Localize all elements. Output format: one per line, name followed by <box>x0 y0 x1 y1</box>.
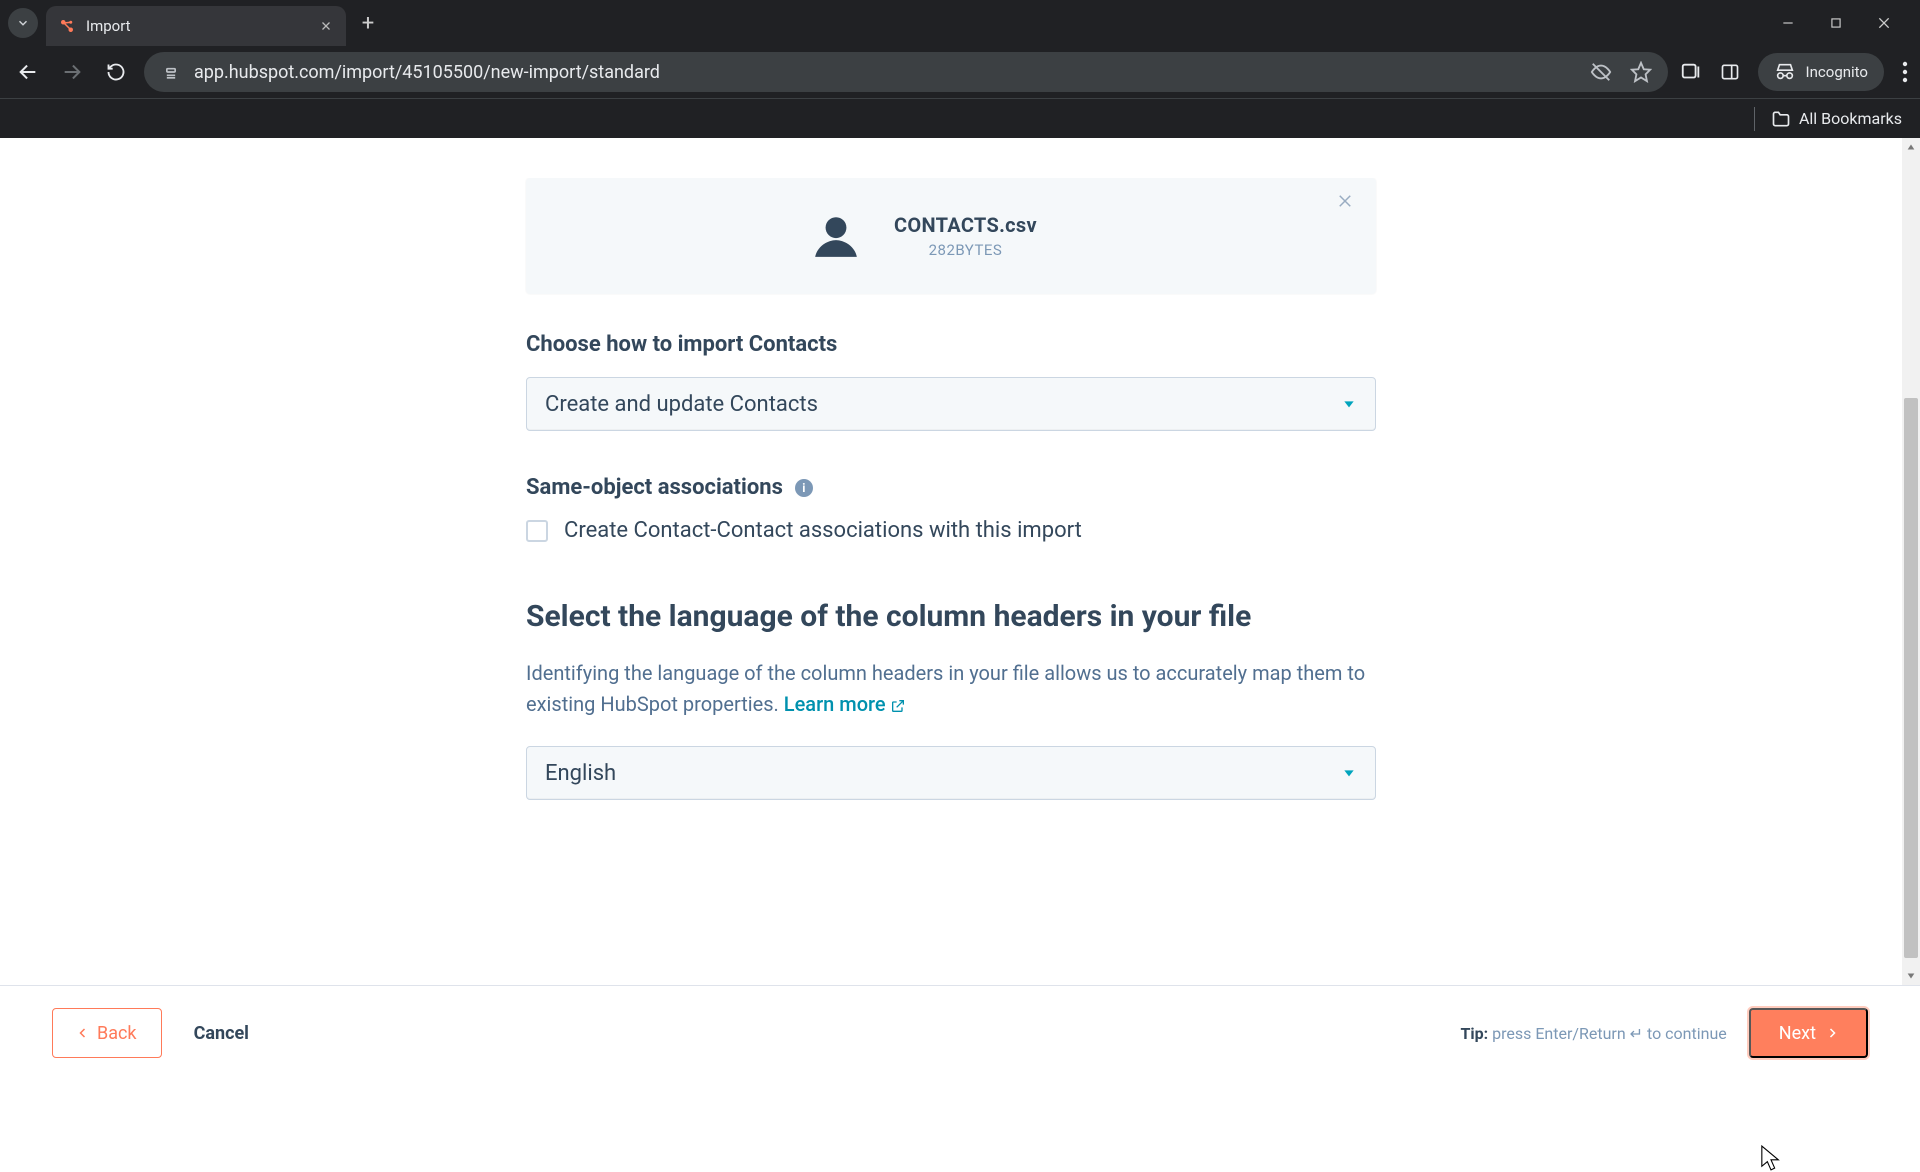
associations-checkbox[interactable] <box>526 520 548 542</box>
window-minimize-button[interactable] <box>1778 13 1798 33</box>
nav-reload-button[interactable] <box>100 56 132 88</box>
associations-checkbox-row: Create Contact-Contact associations with… <box>526 518 1376 543</box>
learn-more-text: Learn more <box>784 692 886 716</box>
site-info-icon[interactable] <box>160 61 182 83</box>
window-controls <box>1778 13 1912 33</box>
browser-tab[interactable]: Import <box>46 6 346 46</box>
tabs-search-button[interactable] <box>8 8 38 38</box>
browser-chrome: Import + app.hubspot.com/import/45105500… <box>0 0 1920 138</box>
associations-checkbox-label: Create Contact-Contact associations with… <box>564 518 1082 543</box>
incognito-label: Incognito <box>1806 63 1868 81</box>
file-name: CONTACTS.csv <box>894 213 1037 237</box>
tip-text: Tip: press Enter/Return ↵ to continue <box>1460 1024 1726 1043</box>
url-text: app.hubspot.com/import/45105500/new-impo… <box>194 62 660 83</box>
browser-toolbar: app.hubspot.com/import/45105500/new-impo… <box>0 46 1920 98</box>
chevron-left-icon <box>77 1026 89 1040</box>
media-control-icon[interactable] <box>1680 61 1702 83</box>
window-close-button[interactable] <box>1874 13 1894 33</box>
tip-label: Tip: <box>1460 1024 1488 1043</box>
chevron-right-icon <box>1826 1026 1838 1040</box>
tab-strip: Import + <box>0 0 1920 46</box>
scrollbar[interactable] <box>1902 138 1920 985</box>
import-mode-label: Choose how to import Contacts <box>526 332 1376 357</box>
cancel-button[interactable]: Cancel <box>194 1023 249 1044</box>
wizard-footer: Back Cancel Tip: press Enter/Return ↵ to… <box>0 985 1920 1080</box>
associations-label: Same-object associations <box>526 475 783 500</box>
page-viewport: CONTACTS.csv 282BYTES Choose how to impo… <box>0 138 1920 1080</box>
back-button[interactable]: Back <box>52 1008 162 1058</box>
hubspot-favicon-icon <box>58 17 76 35</box>
import-mode-dropdown[interactable]: Create and update Contacts <box>526 377 1376 431</box>
language-description: Identifying the language of the column h… <box>526 658 1376 720</box>
window-maximize-button[interactable] <box>1826 13 1846 33</box>
content-scroll: CONTACTS.csv 282BYTES Choose how to impo… <box>0 178 1902 985</box>
external-link-icon <box>890 698 906 714</box>
associations-label-row: Same-object associations i <box>526 475 1376 500</box>
mouse-cursor-icon <box>1760 1144 1782 1172</box>
bookmarks-bar: All Bookmarks <box>0 98 1920 138</box>
incognito-chip[interactable]: Incognito <box>1758 53 1884 91</box>
tip-body: press Enter/Return ↵ to continue <box>1488 1024 1727 1043</box>
remove-file-button[interactable] <box>1336 192 1354 210</box>
folder-icon <box>1771 109 1791 129</box>
next-button-label: Next <box>1779 1023 1816 1044</box>
tab-title: Import <box>86 17 308 35</box>
bookmark-star-button[interactable] <box>1630 61 1652 83</box>
uploaded-file-card: CONTACTS.csv 282BYTES <box>526 178 1376 294</box>
info-icon[interactable]: i <box>795 479 813 497</box>
language-description-text: Identifying the language of the column h… <box>526 661 1365 716</box>
side-panel-icon[interactable] <box>1720 62 1740 82</box>
chevron-down-icon <box>1341 396 1357 412</box>
scrollbar-thumb[interactable] <box>1904 398 1918 958</box>
learn-more-link[interactable]: Learn more <box>784 692 906 716</box>
browser-menu-button[interactable] <box>1902 61 1908 83</box>
next-button[interactable]: Next <box>1749 1008 1868 1058</box>
divider <box>1754 107 1755 131</box>
chevron-down-icon <box>1341 765 1357 781</box>
import-mode-value: Create and update Contacts <box>545 392 818 417</box>
bookmarks-label: All Bookmarks <box>1799 109 1902 128</box>
new-tab-button[interactable]: + <box>354 9 382 37</box>
scroll-up-arrow-icon[interactable] <box>1902 138 1920 156</box>
language-value: English <box>545 761 616 786</box>
nav-back-button[interactable] <box>12 56 44 88</box>
back-button-label: Back <box>97 1023 137 1044</box>
eye-off-icon[interactable] <box>1590 61 1612 83</box>
language-dropdown[interactable]: English <box>526 746 1376 800</box>
language-heading: Select the language of the column header… <box>526 599 1376 634</box>
incognito-icon <box>1774 61 1796 83</box>
url-bar[interactable]: app.hubspot.com/import/45105500/new-impo… <box>144 52 1668 92</box>
contact-avatar-icon <box>806 206 866 266</box>
scroll-down-arrow-icon[interactable] <box>1902 967 1920 985</box>
tab-close-button[interactable] <box>318 18 334 34</box>
all-bookmarks-button[interactable]: All Bookmarks <box>1771 109 1902 129</box>
nav-forward-button[interactable] <box>56 56 88 88</box>
file-size: 282BYTES <box>929 241 1003 259</box>
